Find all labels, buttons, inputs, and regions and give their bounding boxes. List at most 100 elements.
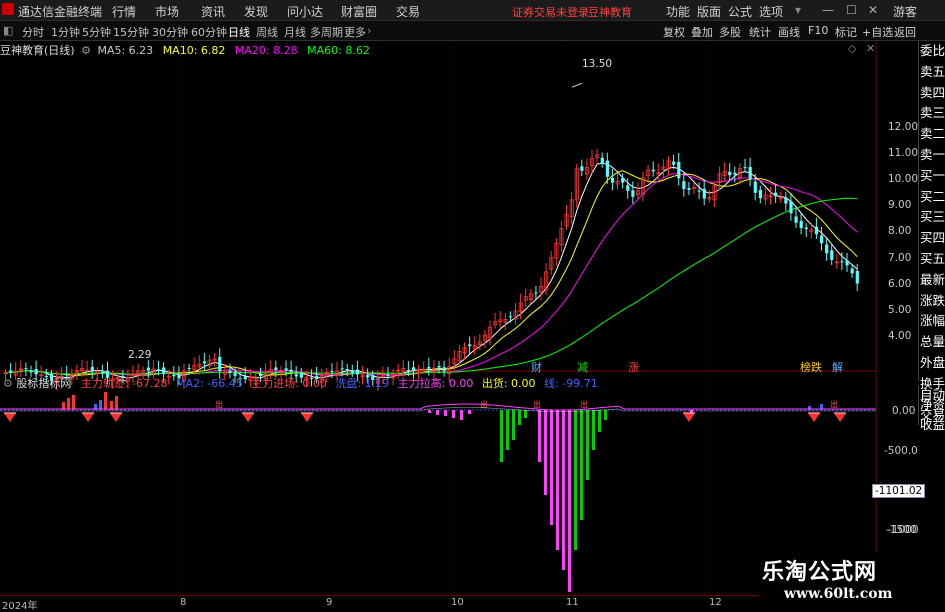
period-monthly[interactable]: 月线 (284, 24, 306, 40)
panel-mai3[interactable]: 卖三 (919, 103, 945, 124)
ind-y-500: -500.0 (884, 445, 918, 457)
x-label-11: 11 (566, 597, 579, 608)
settings-icon[interactable]: ⚙ (81, 44, 91, 57)
panel-buy4[interactable]: 买四 (919, 228, 945, 249)
period-multi[interactable]: 多周期 (310, 24, 343, 40)
panel-zhangfu[interactable]: 涨幅 (919, 311, 945, 332)
chevron-right-icon[interactable]: › (367, 24, 371, 37)
panel-buy2[interactable]: 买二 (919, 187, 945, 208)
event-marker-jie[interactable]: 解 (832, 359, 843, 375)
period-more[interactable]: 更多 (344, 24, 366, 40)
candle-body-down (100, 372, 105, 374)
menu-gongneng[interactable]: 功能 (666, 3, 690, 20)
close-icon[interactable]: ✕ (868, 3, 878, 17)
chu-marker-text: 出 (580, 399, 588, 409)
event-marker-zhang[interactable]: 涨 (628, 359, 639, 375)
menu-gongshi[interactable]: 公式 (728, 3, 752, 20)
menu-faxian[interactable]: 发现 (244, 3, 268, 20)
panel-waipan[interactable]: 外盘 (919, 353, 945, 374)
panel-mai1[interactable]: 卖一 (919, 145, 945, 166)
panel-buy1[interactable]: 买一 (919, 166, 945, 187)
candle-body-down (825, 244, 829, 254)
menu-hangqing[interactable]: 行情 (112, 3, 136, 20)
menu-jiaoyi[interactable]: 交易 (396, 3, 420, 20)
panel-weibi[interactable]: 委比 (919, 41, 945, 62)
panel-zhangdie[interactable]: 涨跌 (919, 291, 945, 312)
panel-zuixin[interactable]: 最新 (919, 270, 945, 291)
indicator-current-value: -1101.02 (872, 484, 926, 498)
indicator-bar (115, 396, 118, 410)
ma20-line (5, 172, 858, 376)
menu-caifuquan[interactable]: 财富圈 (341, 3, 377, 20)
indicator-bar (524, 410, 527, 418)
panel-mai2[interactable]: 卖二 (919, 124, 945, 145)
candle-body-down (631, 190, 635, 197)
indicator-bar (544, 410, 547, 495)
panel-zidong[interactable]: 自动 (919, 385, 945, 405)
button-huaxian[interactable]: 画线 (778, 24, 800, 40)
period-fenshi[interactable]: 分时 (22, 24, 44, 40)
indicator-bar (538, 410, 541, 462)
button-fuquan[interactable]: 复权 (663, 24, 685, 40)
ma5-label: MA5: 6.23 (97, 44, 154, 57)
period-1min[interactable]: 1分钟 (51, 24, 80, 40)
period-60min[interactable]: 60分钟 (191, 24, 227, 40)
diamond-icon[interactable]: ◇ (848, 42, 856, 55)
event-marker-jian[interactable]: 减 (577, 359, 588, 375)
menu-xuanxiang[interactable]: 选项 (759, 3, 783, 20)
user-label[interactable]: 游客 (893, 3, 917, 20)
ind-y-1500: -1500 (886, 524, 917, 536)
period-weekly[interactable]: 周线 (256, 24, 278, 40)
watermark: 乐淘公式网 www.60lt.com (760, 552, 918, 608)
chart-canvas[interactable]: 出出出出出 (0, 41, 918, 595)
button-diejia[interactable]: 叠加 (691, 24, 713, 40)
panel-mai4[interactable]: 卖四 (919, 83, 945, 104)
panel-jiaoyi[interactable]: 交易 (919, 405, 945, 425)
panel-zongliang[interactable]: 总量 (919, 332, 945, 353)
menu-banmian[interactable]: 版面 (697, 3, 721, 20)
x-label-2024: 2024年 (2, 601, 38, 612)
toolbar-collapse-icon[interactable]: ◧ (3, 24, 13, 37)
indicator-bar (512, 410, 515, 440)
close-chart-icon[interactable]: ✕ (866, 42, 875, 55)
button-f10[interactable]: F10 (808, 24, 828, 37)
candle-body-down (406, 370, 411, 372)
panel-buy3[interactable]: 买三 (919, 207, 945, 228)
menu-shichang[interactable]: 市场 (155, 3, 179, 20)
period-5min[interactable]: 5分钟 (82, 24, 111, 40)
event-marker-cai[interactable]: 财 (531, 359, 542, 375)
candle-body-down (850, 268, 854, 274)
period-15min[interactable]: 15分钟 (113, 24, 149, 40)
candle-body-down (274, 367, 278, 371)
indicator-xian: 线: -99.71 (544, 377, 598, 390)
event-marker-bangdie[interactable]: 榜跌 (800, 359, 822, 375)
period-daily[interactable]: 日线 (228, 24, 250, 40)
indicator-bar (550, 410, 553, 525)
candle-body-down (753, 181, 757, 193)
indicator-name[interactable]: 股标指标网 (16, 377, 71, 390)
button-tongji[interactable]: 统计 (749, 24, 771, 40)
x-label-12: 12 (709, 597, 722, 608)
period-30min[interactable]: 30分钟 (152, 24, 188, 40)
button-biaoji[interactable]: 标记 (835, 24, 857, 40)
menu-wenxiaoda[interactable]: 问小达 (287, 3, 323, 20)
indicator-settings-icon[interactable]: ⚙ (3, 377, 13, 390)
indicator-zhuli-guiji: 主力轨迹: -67.28 (80, 377, 168, 390)
button-back[interactable]: 返回 (894, 24, 916, 40)
indicator-chuhuo: 出货: 0.00 (481, 377, 536, 390)
watermark-url: www.60lt.com (784, 586, 893, 602)
menu-more-icon[interactable]: ▾ (795, 3, 801, 17)
panel-buy5[interactable]: 买五 (919, 249, 945, 270)
login-notice[interactable]: 证券交易未登录 (512, 4, 589, 20)
maximize-icon[interactable]: ☐ (846, 3, 857, 17)
menu-zixun[interactable]: 资讯 (201, 3, 225, 20)
button-add-favorite[interactable]: +自选 (862, 24, 893, 40)
high-price-label: 13.50 (582, 58, 613, 70)
high-marker-line (571, 82, 583, 88)
candle-body-down (610, 177, 615, 183)
minimize-icon[interactable]: — (822, 3, 834, 17)
button-duogu[interactable]: 多股 (719, 24, 741, 40)
stock-name-title: 豆神教育 (588, 6, 632, 19)
candle-body-down (228, 370, 232, 374)
panel-mai5[interactable]: 卖五 (919, 62, 945, 83)
